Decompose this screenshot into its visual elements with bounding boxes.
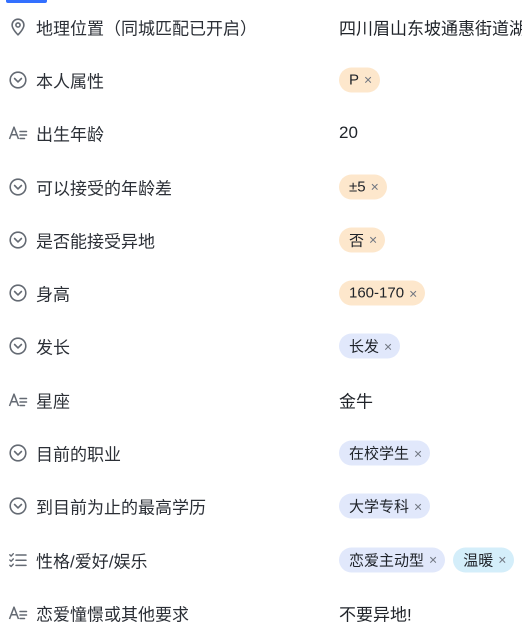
field-row: 目前的职业 在校学生 × [0,426,522,479]
option-tag-label: 长发 [349,338,380,356]
remove-tag-icon[interactable]: × [414,445,422,461]
record-field-list: 地理位置（同城匹配已开启） 四川眉山东坡通惠街道湖 本人属性 P × 出生年龄 20 可以接受… [0,0,522,640]
option-tag-label: 160-170 [349,284,405,302]
text-field-icon [8,123,28,143]
remove-tag-icon[interactable]: × [409,285,417,301]
field-row: 是否能接受异地 否 × [0,213,522,266]
field-label: 星座 [36,392,70,412]
field-row: 可以接受的年龄差 ±5 × [0,160,522,213]
field-value[interactable]: 长发 × [339,333,401,359]
option-tag: P × [339,67,381,93]
field-text-value: 四川眉山东坡通惠街道湖 [339,19,522,39]
remove-tag-icon[interactable]: × [414,498,422,514]
field-label: 出生年龄 [36,125,104,145]
field-row: 星座 金牛 [0,373,522,426]
option-tag: 大学专科 × [339,493,431,519]
field-value[interactable]: ±5 × [339,174,387,200]
field-row: 地理位置（同城匹配已开启） 四川眉山东坡通惠街道湖 [0,0,522,53]
field-label: 到目前为止的最高学历 [36,498,206,518]
field-value[interactable]: 四川眉山东坡通惠街道湖 [339,14,522,39]
option-tag: 在校学生 × [339,440,431,466]
field-value[interactable]: 金牛 [339,387,373,412]
dropdown-circle-icon [8,283,28,303]
field-label: 本人属性 [36,72,104,92]
field-value[interactable]: 160-170 × [339,280,426,306]
field-text-value: 金牛 [339,392,373,412]
option-tag-label: 温暖 [463,552,494,570]
remove-tag-icon[interactable]: × [369,232,377,248]
field-value[interactable]: 在校学生 × [339,440,431,466]
field-row: 身高 160-170 × [0,266,522,319]
option-tag-label: P [349,71,360,89]
field-value[interactable]: 不要异地! [339,600,412,625]
option-tag: 160-170 × [339,280,426,306]
dropdown-circle-icon [8,443,28,463]
field-value[interactable]: 恋爱主动型 × 温暖 × [339,547,515,573]
option-tag: 否 × [339,227,386,253]
dropdown-circle-icon [8,177,28,197]
option-tag-label: ±5 [349,178,366,196]
field-text-value: 20 [339,123,358,143]
option-tag-label: 恋爱主动型 [349,552,425,570]
option-tag-label: 在校学生 [349,445,410,463]
field-label: 可以接受的年龄差 [36,179,172,199]
remove-tag-icon[interactable]: × [429,552,437,568]
field-row: 性格/爱好/娱乐 恋爱主动型 × 温暖 × [0,533,522,586]
field-row: 出生年龄 20 [0,107,522,160]
field-label: 是否能接受异地 [36,232,155,252]
field-row: 恋爱憧憬或其他要求 不要异地! [0,586,522,639]
dropdown-circle-icon [8,496,28,516]
field-value[interactable]: 否 × [339,227,386,253]
field-label: 恋爱憧憬或其他要求 [36,605,189,625]
location-pin-icon [8,17,28,37]
remove-tag-icon[interactable]: × [498,552,506,568]
option-tag: 长发 × [339,333,401,359]
field-value[interactable]: 20 [339,123,358,143]
field-value[interactable]: 大学专科 × [339,493,431,519]
text-field-icon [8,603,28,623]
field-label: 发长 [36,338,70,358]
field-value[interactable]: P × [339,67,381,93]
option-tag: ±5 × [339,174,387,200]
field-row: 发长 长发 × [0,320,522,373]
field-label: 目前的职业 [36,445,121,465]
option-tag: 温暖 × [453,547,515,573]
dropdown-circle-icon [8,336,28,356]
field-text-value: 不要异地! [339,605,412,625]
field-row: 到目前为止的最高学历 大学专科 × [0,480,522,533]
multi-select-list-icon [8,550,28,570]
field-label: 地理位置（同城匹配已开启） [36,19,257,39]
dropdown-circle-icon [8,70,28,90]
option-tag: 恋爱主动型 × [339,547,446,573]
remove-tag-icon[interactable]: × [371,179,379,195]
remove-tag-icon[interactable]: × [384,338,392,354]
text-field-icon [8,390,28,410]
option-tag-label: 大学专科 [349,498,410,516]
dropdown-circle-icon [8,230,28,250]
field-label: 身高 [36,285,70,305]
field-label: 性格/爱好/娱乐 [36,552,148,572]
option-tag-label: 否 [349,232,365,250]
field-row: 本人属性 P × [0,53,522,106]
remove-tag-icon[interactable]: × [364,72,372,88]
